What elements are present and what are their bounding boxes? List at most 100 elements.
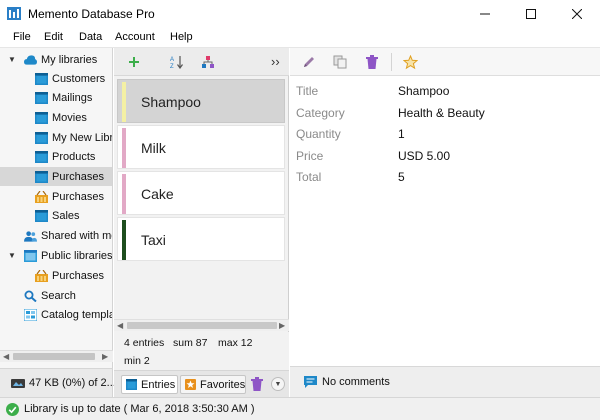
- tabs-dropdown-button[interactable]: ▼: [271, 377, 285, 391]
- field-label-category: Category: [296, 106, 345, 120]
- favorite-toggle-button[interactable]: [402, 54, 418, 70]
- tree-label: My New Libr...: [52, 131, 112, 144]
- scroll-right-icon[interactable]: ▶: [102, 352, 108, 361]
- tree-my-libraries[interactable]: ▼ My libraries: [0, 50, 112, 69]
- library-icon: [35, 150, 48, 163]
- field-label-total: Total: [296, 170, 322, 184]
- library-icon: [35, 72, 48, 85]
- menu-bar: File Edit Data Account Help: [0, 27, 600, 48]
- library-icon: [35, 131, 48, 144]
- catalog-icon: [24, 308, 37, 321]
- maximize-icon: [526, 8, 536, 19]
- tab-entries[interactable]: Entries: [121, 375, 178, 394]
- edit-entry-button[interactable]: [301, 54, 317, 70]
- menu-file[interactable]: File: [13, 31, 31, 43]
- star-icon: [402, 54, 418, 69]
- tree-shared-with-me[interactable]: Shared with me: [0, 226, 112, 245]
- menu-edit[interactable]: Edit: [44, 31, 63, 43]
- shopping-basket-icon: [35, 190, 48, 203]
- more-toolbar-button[interactable]: ››: [271, 54, 280, 69]
- app-logo-icon: [7, 7, 21, 20]
- library-icon: [35, 209, 48, 222]
- comments-bar[interactable]: No comments: [290, 366, 600, 397]
- entry-name: Taxi: [141, 232, 166, 248]
- close-icon: [572, 8, 582, 19]
- window-title: Memento Database Pro: [28, 7, 155, 21]
- star-icon: [185, 379, 196, 390]
- scrollbar-thumb[interactable]: [13, 353, 95, 360]
- maximize-button[interactable]: [508, 0, 554, 27]
- storage-drive-icon: [11, 379, 25, 388]
- delete-entry-button[interactable]: [364, 54, 380, 70]
- list-horizontal-scrollbar[interactable]: ◀ ▶: [114, 319, 289, 331]
- menu-account[interactable]: Account: [115, 31, 155, 43]
- trash-icon: [366, 55, 378, 69]
- tree-library-purchases-basket[interactable]: Purchases: [0, 187, 112, 206]
- toolbar-divider: [391, 53, 392, 71]
- field-value-category: Health & Beauty: [398, 106, 485, 120]
- stat-entries-count: 4 entries: [124, 337, 165, 349]
- tree-label: Movies: [52, 111, 87, 124]
- sidebar-horizontal-scrollbar[interactable]: ◀ ▶: [0, 350, 113, 362]
- scroll-left-icon[interactable]: ◀: [117, 321, 123, 330]
- storage-info: 47 KB (0%) of 2...: [0, 368, 116, 397]
- entry-name: Milk: [141, 140, 166, 156]
- detail-toolbar: [290, 48, 600, 76]
- scrollbar-thumb[interactable]: [127, 322, 277, 329]
- add-entry-button[interactable]: [126, 54, 142, 70]
- tree-public-libraries[interactable]: ▼ Public libraries: [0, 246, 112, 265]
- users-icon: [24, 230, 37, 242]
- entry-name: Cake: [141, 186, 174, 202]
- sort-button[interactable]: A Z: [169, 54, 185, 70]
- duplicate-entry-button[interactable]: [332, 54, 348, 70]
- check-circle-icon: [6, 403, 19, 416]
- tree-catalog-templates[interactable]: Catalog templa...: [0, 305, 112, 324]
- title-bar: Memento Database Pro: [0, 0, 600, 27]
- tree-library-customers[interactable]: Customers: [0, 69, 112, 88]
- tree-label: My libraries: [41, 53, 98, 66]
- scroll-left-icon[interactable]: ◀: [3, 352, 9, 361]
- copy-icon: [333, 55, 347, 69]
- close-button[interactable]: [554, 0, 600, 27]
- minimize-button[interactable]: [462, 0, 508, 27]
- trash-tab-button[interactable]: [251, 377, 263, 391]
- tree-label: Shared with me: [41, 229, 112, 242]
- tree-library-movies[interactable]: Movies: [0, 108, 112, 127]
- entry-color-bar: [122, 128, 126, 168]
- public-library-icon: [24, 249, 37, 262]
- status-bar: Library is up to date ( Mar 6, 2018 3:50…: [0, 397, 600, 420]
- tree-label: Catalog templa...: [41, 308, 112, 321]
- entries-summary: 4 entries sum 87 max 12 min 2: [114, 332, 289, 370]
- entry-card[interactable]: Shampoo: [117, 79, 285, 123]
- entry-card[interactable]: Cake: [117, 171, 285, 215]
- field-value-title: Shampoo: [398, 84, 450, 98]
- tree-search[interactable]: Search: [0, 286, 112, 305]
- tree-public-purchases[interactable]: Purchases: [0, 266, 112, 285]
- entry-card[interactable]: Taxi: [117, 217, 285, 261]
- tab-favorites[interactable]: Favorites: [180, 375, 246, 394]
- comments-text: No comments: [322, 376, 390, 388]
- expand-arrow-icon[interactable]: ▼: [8, 251, 16, 260]
- group-button[interactable]: [200, 54, 216, 70]
- entry-name: Shampoo: [141, 94, 201, 110]
- tree-library-products[interactable]: Products: [0, 147, 112, 166]
- expand-arrow-icon[interactable]: ▼: [8, 55, 16, 64]
- minimize-icon: [480, 13, 490, 14]
- menu-data[interactable]: Data: [79, 31, 102, 43]
- pencil-icon: [304, 57, 314, 67]
- entry-color-bar: [122, 174, 126, 214]
- library-icon: [35, 91, 48, 104]
- scroll-right-icon[interactable]: ▶: [279, 321, 285, 330]
- tree-library-my-new-library[interactable]: My New Libr...: [0, 128, 112, 147]
- svg-text:Z: Z: [170, 64, 174, 69]
- hierarchy-icon: [202, 56, 214, 68]
- trash-icon: [251, 377, 263, 391]
- entry-detail-pane: Title Shampoo Category Health & Beauty Q…: [290, 48, 600, 397]
- list-tabs: Entries Favorites ▼: [114, 370, 289, 397]
- field-value-quantity: 1: [398, 127, 405, 141]
- tree-library-mailings[interactable]: Mailings: [0, 88, 112, 107]
- menu-help[interactable]: Help: [170, 31, 193, 43]
- entry-card[interactable]: Milk: [117, 125, 285, 169]
- tree-library-sales[interactable]: Sales: [0, 206, 112, 225]
- tree-library-purchases-selected[interactable]: Purchases: [0, 167, 112, 186]
